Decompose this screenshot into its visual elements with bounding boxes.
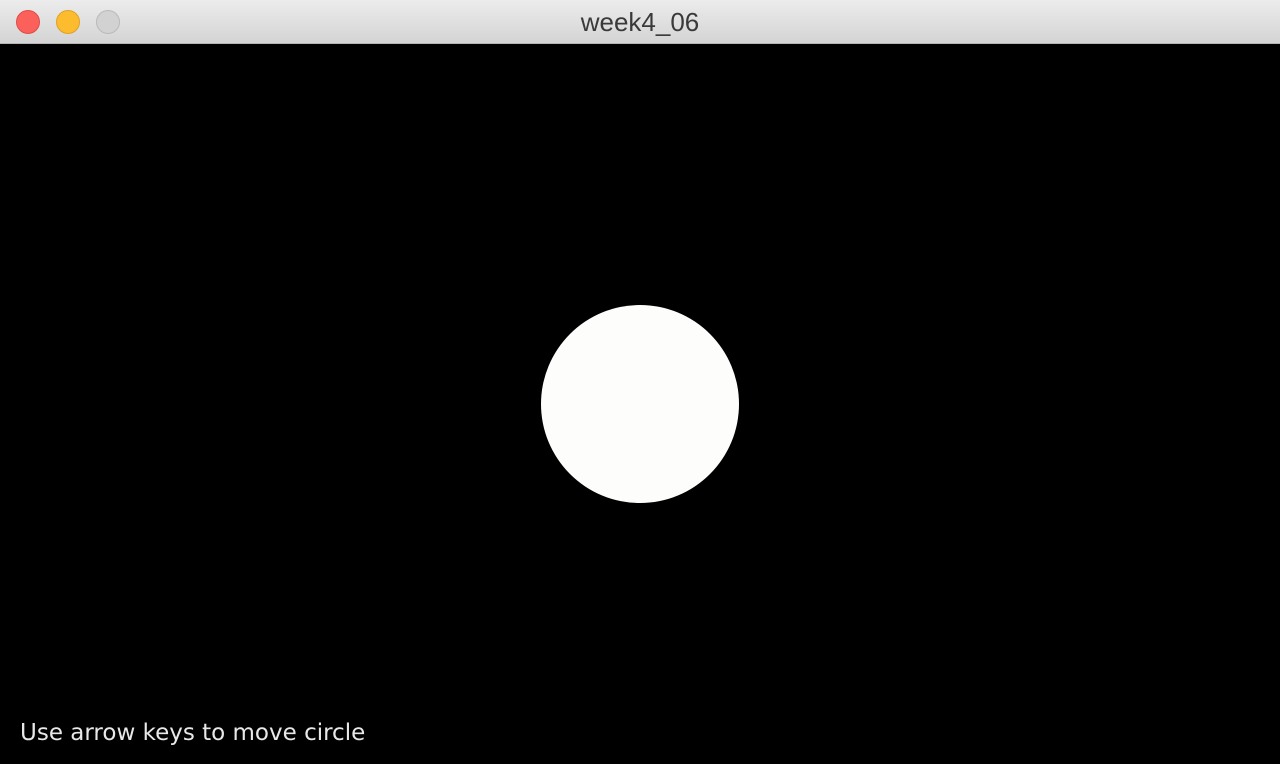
instruction-text: Use arrow keys to move circle: [20, 720, 366, 746]
title-bar[interactable]: week4_06: [0, 0, 1280, 44]
movable-circle: [541, 305, 739, 503]
app-window: week4_06 Use arrow keys to move circle: [0, 0, 1280, 764]
sketch-canvas[interactable]: Use arrow keys to move circle: [0, 44, 1280, 764]
window-title: week4_06: [580, 7, 700, 37]
